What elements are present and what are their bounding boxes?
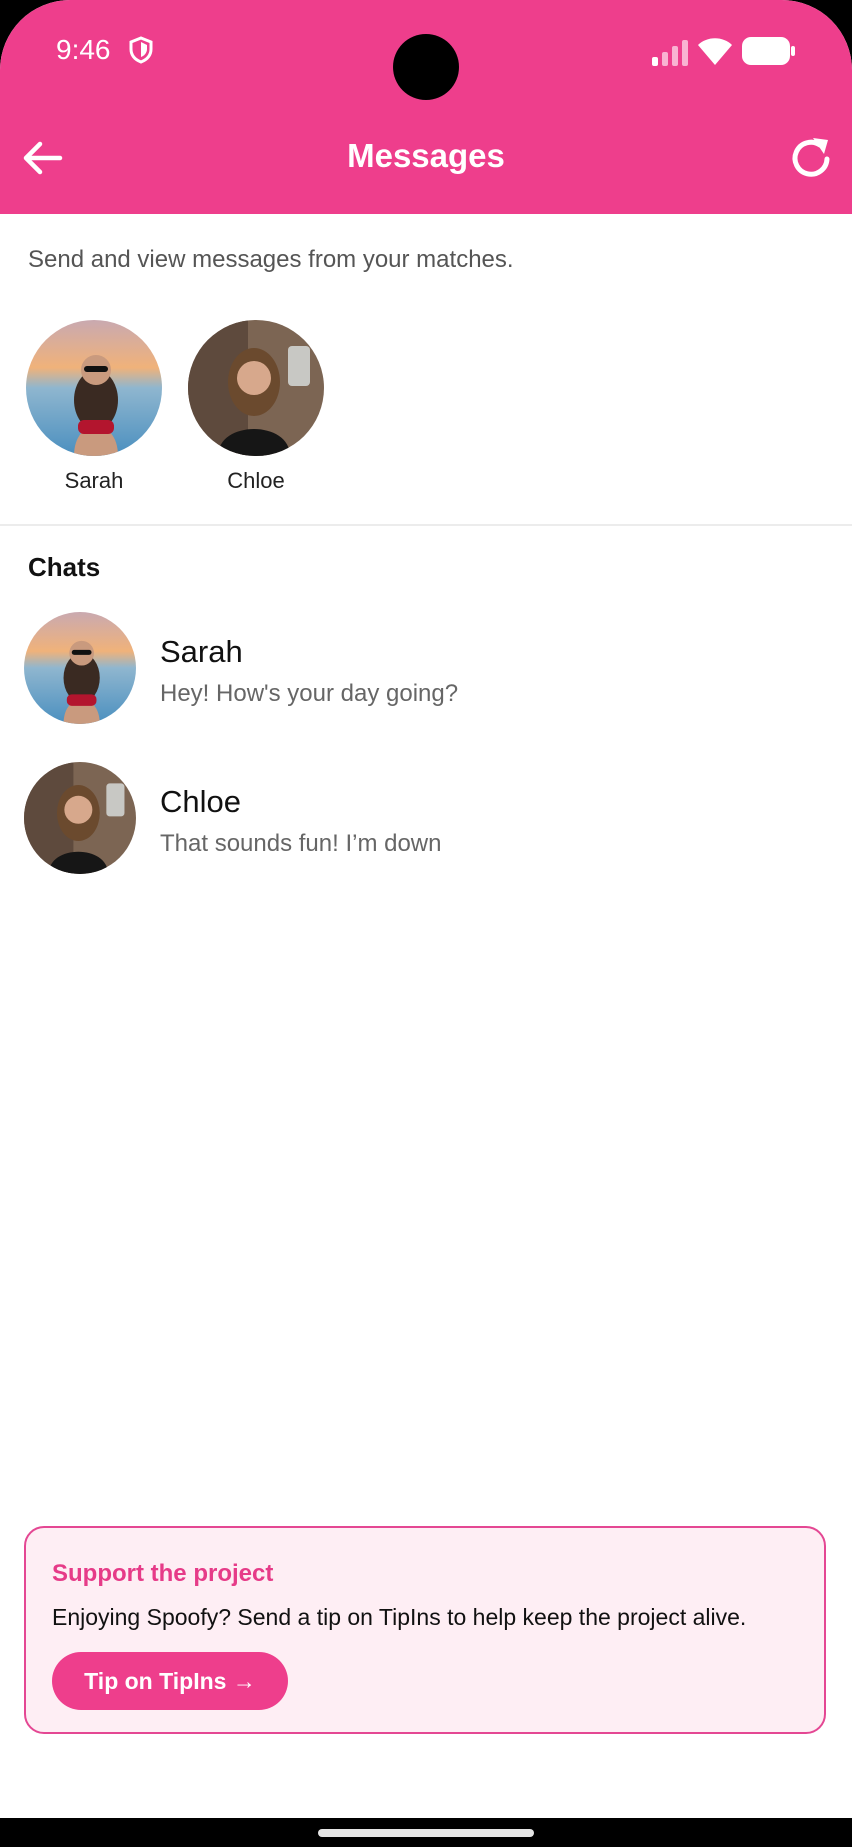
app-bar: 9:46 Messages [0,0,852,214]
chat-name: Sarah [160,634,243,669]
match-item[interactable]: Sarah [24,320,164,494]
avatar [26,320,162,456]
wifi-icon [698,38,732,65]
page-subtitle: Send and view messages from your matches… [28,246,514,273]
chats-heading: Chats [28,552,101,582]
refresh-icon[interactable] [786,134,836,184]
tip-button[interactable]: Tip on TipIns → [52,1652,288,1710]
battery-icon [742,37,795,65]
chat-row[interactable]: Chloe That sounds fun! I’m down [0,750,852,890]
match-name: Chloe [227,468,285,493]
chat-last-message: That sounds fun! I’m down [160,830,442,857]
shield-icon [129,36,153,64]
chat-last-message: Hey! How's your day going? [160,680,459,707]
status-time: 9:46 [56,34,111,65]
support-card: Support the project Enjoying Spoofy? Sen… [24,1526,826,1734]
support-text: Enjoying Spoofy? Send a tip on TipIns to… [52,1604,747,1630]
divider [0,524,852,526]
camera-cutout [393,34,459,100]
app-screen: 9:46 Messages Send and view messages fro… [0,0,852,1818]
avatar [188,320,324,456]
match-item[interactable]: Chloe [186,320,326,494]
page-title: Messages [347,137,505,174]
support-title: Support the project [52,1560,274,1587]
avatar [24,612,136,724]
chat-name: Chloe [160,784,241,819]
signal-icon [652,40,688,66]
match-name: Sarah [64,468,124,493]
home-indicator[interactable] [318,1829,534,1837]
chat-row[interactable]: Sarah Hey! How's your day going? [0,600,852,740]
avatar [24,762,136,874]
